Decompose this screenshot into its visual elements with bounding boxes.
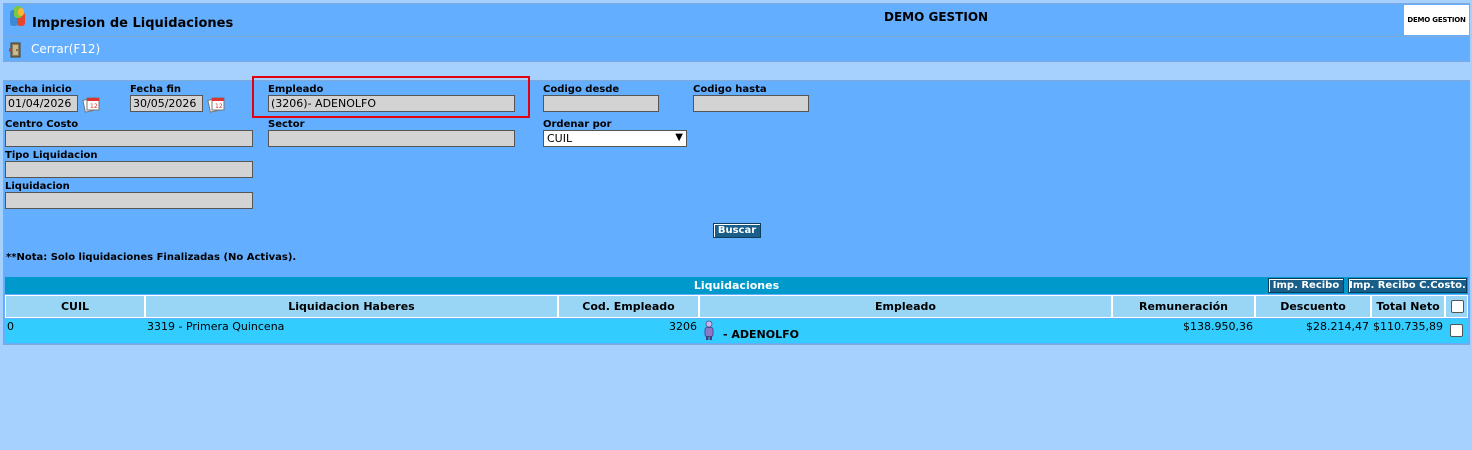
cell-remuneracion: $138.950,36 xyxy=(1112,319,1255,343)
liquidacion-label: Liquidacion xyxy=(5,181,70,192)
page-title: Impresion de Liquidaciones xyxy=(32,16,234,31)
chevron-down-icon: ▼ xyxy=(675,132,683,143)
fecha-inicio-input[interactable]: 01/04/2026 xyxy=(5,95,78,112)
svg-text:12: 12 xyxy=(90,103,98,110)
cell-cod-empleado: 3206 xyxy=(558,319,699,343)
column-header-select-all xyxy=(1445,295,1468,318)
cell-empleado: - ADENOLFO xyxy=(699,319,1112,343)
sector-input[interactable] xyxy=(268,130,515,147)
cell-select xyxy=(1445,319,1468,343)
centro-costo-input[interactable] xyxy=(5,130,253,147)
toolbar xyxy=(3,37,1470,62)
imp-recibo-ccosto-button[interactable]: Imp. Recibo C.Costo. xyxy=(1348,278,1467,293)
tipo-liquidacion-label: Tipo Liquidacion xyxy=(5,150,98,161)
empleado-name: - ADENOLFO xyxy=(723,328,799,341)
search-button[interactable]: Buscar xyxy=(713,223,761,238)
imp-recibo-button[interactable]: Imp. Recibo xyxy=(1268,278,1344,293)
company-logo: DEMO GESTION xyxy=(1404,5,1469,35)
close-button[interactable]: Cerrar(F12) xyxy=(31,42,100,56)
fecha-inicio-label: Fecha inicio xyxy=(5,84,72,95)
cell-liquidacion: 3319 - Primera Quincena xyxy=(145,319,558,343)
company-name: DEMO GESTION xyxy=(884,10,989,24)
ordenar-por-value: CUIL xyxy=(547,132,573,145)
empleado-label: Empleado xyxy=(268,84,324,95)
liquidacion-input[interactable] xyxy=(5,192,253,209)
codigo-desde-input[interactable] xyxy=(543,95,659,112)
column-header-cuil[interactable]: CUIL xyxy=(5,295,145,318)
column-header-cod-empleado[interactable]: Cod. Empleado xyxy=(558,295,699,318)
centro-costo-label: Centro Costo xyxy=(5,119,79,130)
fecha-fin-label: Fecha fin xyxy=(130,84,182,95)
app-logo-icon xyxy=(10,6,25,26)
codigo-hasta-input[interactable] xyxy=(693,95,809,112)
grid-title: Liquidaciones xyxy=(5,277,1468,294)
cell-descuento: $28.214,47 xyxy=(1255,319,1371,343)
select-all-checkbox[interactable] xyxy=(1451,300,1464,313)
row-checkbox[interactable] xyxy=(1450,324,1463,337)
person-icon[interactable] xyxy=(702,320,716,340)
column-header-remuneracion[interactable]: Remuneración xyxy=(1112,295,1255,318)
ordenar-por-select[interactable]: CUIL ▼ xyxy=(543,130,687,147)
note-text: **Nota: Solo liquidaciones Finalizadas (… xyxy=(6,252,297,263)
cell-cuil: 0 xyxy=(5,319,145,343)
tipo-liquidacion-input[interactable] xyxy=(5,161,253,178)
column-header-descuento[interactable]: Descuento xyxy=(1255,295,1371,318)
column-header-liquidacion[interactable]: Liquidacion Haberes xyxy=(145,295,558,318)
column-header-total-neto[interactable]: Total Neto xyxy=(1371,295,1445,318)
svg-text:12: 12 xyxy=(215,103,223,110)
calendar-icon[interactable]: 12 xyxy=(207,95,225,113)
fecha-fin-input[interactable]: 30/05/2026 xyxy=(130,95,203,112)
codigo-hasta-label: Codigo hasta xyxy=(693,84,767,95)
empleado-input[interactable]: (3206)- ADENOLFO xyxy=(268,95,515,112)
cell-total-neto: $110.735,89 xyxy=(1371,319,1445,343)
door-exit-icon[interactable] xyxy=(8,42,24,58)
sector-label: Sector xyxy=(268,119,305,130)
codigo-desde-label: Codigo desde xyxy=(543,84,620,95)
calendar-icon[interactable]: 12 xyxy=(82,95,100,113)
column-header-empleado[interactable]: Empleado xyxy=(699,295,1112,318)
ordenar-por-label: Ordenar por xyxy=(543,119,612,130)
